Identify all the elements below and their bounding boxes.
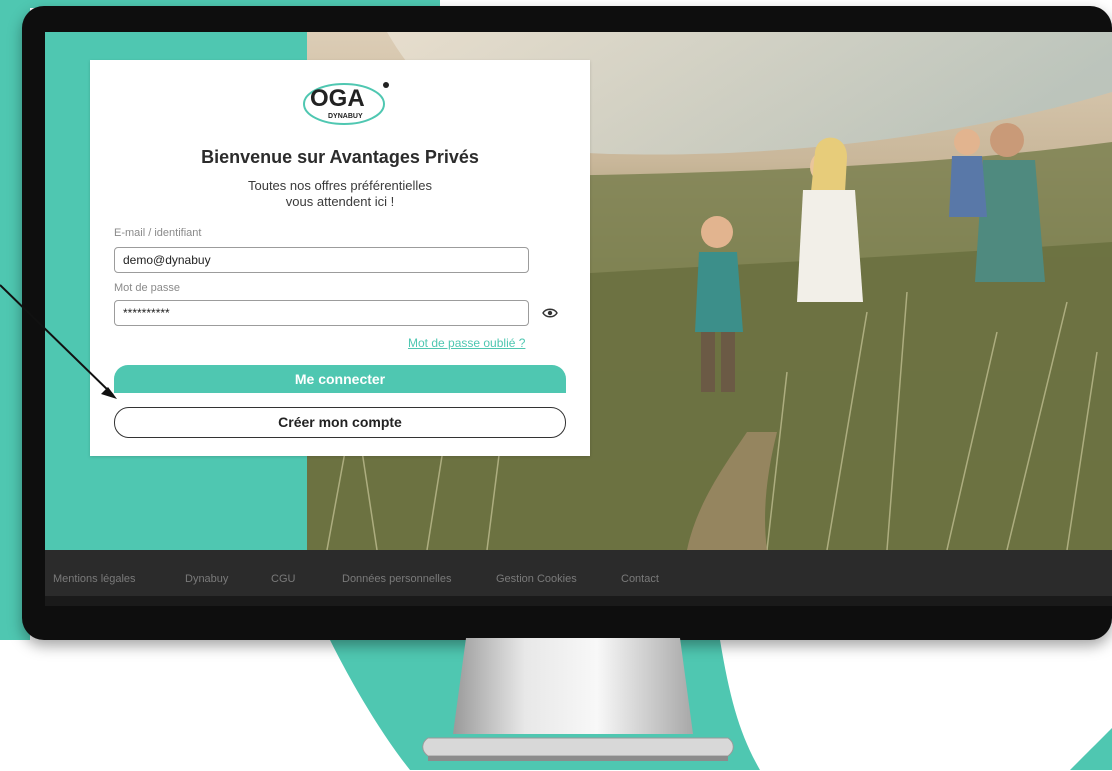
arrow-icon [0, 284, 117, 399]
